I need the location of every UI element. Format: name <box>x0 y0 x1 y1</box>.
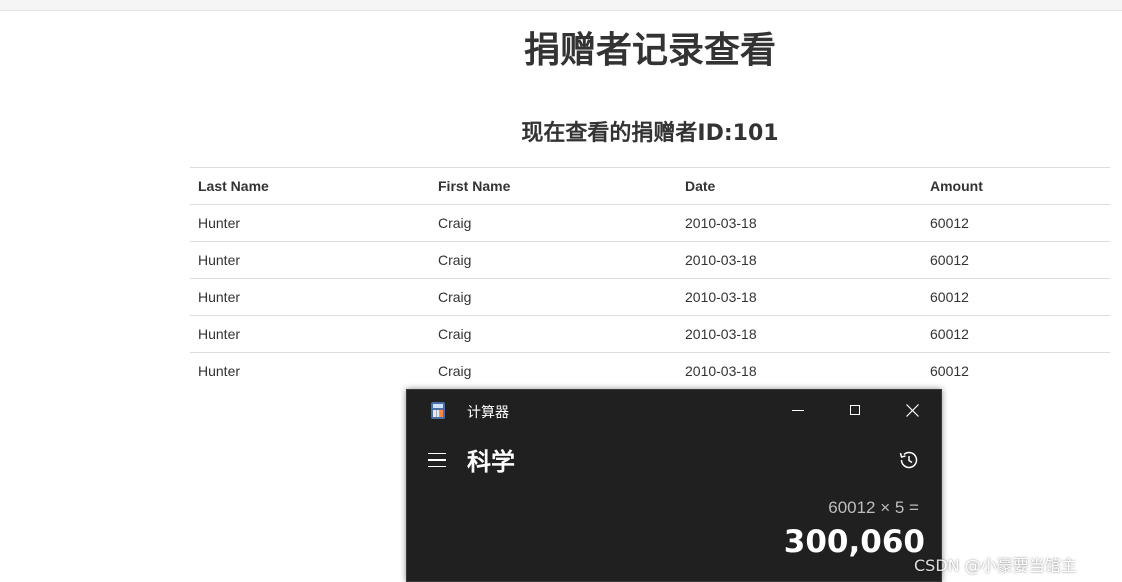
cell-date: 2010-03-18 <box>677 241 922 279</box>
calculator-window[interactable]: 计算器 科学 60012 × 5 = 300,060 <box>406 389 942 582</box>
minimize-icon <box>792 409 804 411</box>
cell-first-name: Craig <box>430 241 677 279</box>
calculator-expression: 60012 × 5 = <box>828 498 919 517</box>
maximize-button[interactable] <box>827 390 883 430</box>
cell-last-name: Hunter <box>190 278 430 316</box>
calculator-window-title: 计算器 <box>467 405 509 421</box>
column-header-amount: Amount <box>922 167 1110 205</box>
column-header-first-name: First Name <box>430 167 677 205</box>
cell-date: 2010-03-18 <box>677 204 922 242</box>
cell-last-name: Hunter <box>190 204 430 242</box>
table-row: Hunter Craig 2010-03-18 60012 <box>190 315 1110 353</box>
column-header-last-name: Last Name <box>190 167 430 205</box>
table-row: Hunter Craig 2010-03-18 60012 <box>190 241 1110 279</box>
cell-last-name: Hunter <box>190 352 430 389</box>
table-row: Hunter Craig 2010-03-18 60012 <box>190 352 1110 389</box>
cell-date: 2010-03-18 <box>677 278 922 316</box>
navigation-menu-button[interactable] <box>425 448 449 472</box>
table-row: Hunter Craig 2010-03-18 60012 <box>190 204 1110 242</box>
cell-date: 2010-03-18 <box>677 315 922 353</box>
page-title: 捐赠者记录查看 <box>523 30 776 71</box>
table-header-row: Last Name First Name Date Amount <box>190 167 1110 205</box>
cell-amount: 60012 <box>922 352 1110 389</box>
donor-records-table: Last Name First Name Date Amount Hunter … <box>190 167 1110 389</box>
donor-id-heading: 现在查看的捐赠者ID:101 <box>521 121 779 146</box>
cell-first-name: Craig <box>430 352 677 389</box>
cell-date: 2010-03-18 <box>677 352 922 389</box>
maximize-icon <box>850 405 860 415</box>
browser-top-strip <box>0 0 1122 11</box>
calculator-result-display: 300,060 <box>783 524 925 560</box>
close-icon <box>905 403 919 417</box>
cell-last-name: Hunter <box>190 315 430 353</box>
watermark: CSDN @小豪要当馆主 <box>914 556 1077 575</box>
history-icon <box>899 451 918 469</box>
cell-first-name: Craig <box>430 204 677 242</box>
cell-amount: 60012 <box>922 241 1110 279</box>
table-row: Hunter Craig 2010-03-18 60012 <box>190 278 1110 316</box>
hamburger-menu-icon <box>428 452 446 455</box>
calculator-mode-title: 科学 <box>467 448 515 476</box>
minimize-button[interactable] <box>770 390 826 430</box>
column-header-date: Date <box>677 167 922 205</box>
cell-amount: 60012 <box>922 204 1110 242</box>
calculator-titlebar[interactable]: 计算器 <box>407 390 941 432</box>
cell-last-name: Hunter <box>190 241 430 279</box>
calculator-icon <box>431 402 445 419</box>
cell-first-name: Craig <box>430 315 677 353</box>
cell-amount: 60012 <box>922 278 1110 316</box>
cell-first-name: Craig <box>430 278 677 316</box>
history-button[interactable] <box>897 448 921 472</box>
close-button[interactable] <box>884 390 940 430</box>
cell-amount: 60012 <box>922 315 1110 353</box>
